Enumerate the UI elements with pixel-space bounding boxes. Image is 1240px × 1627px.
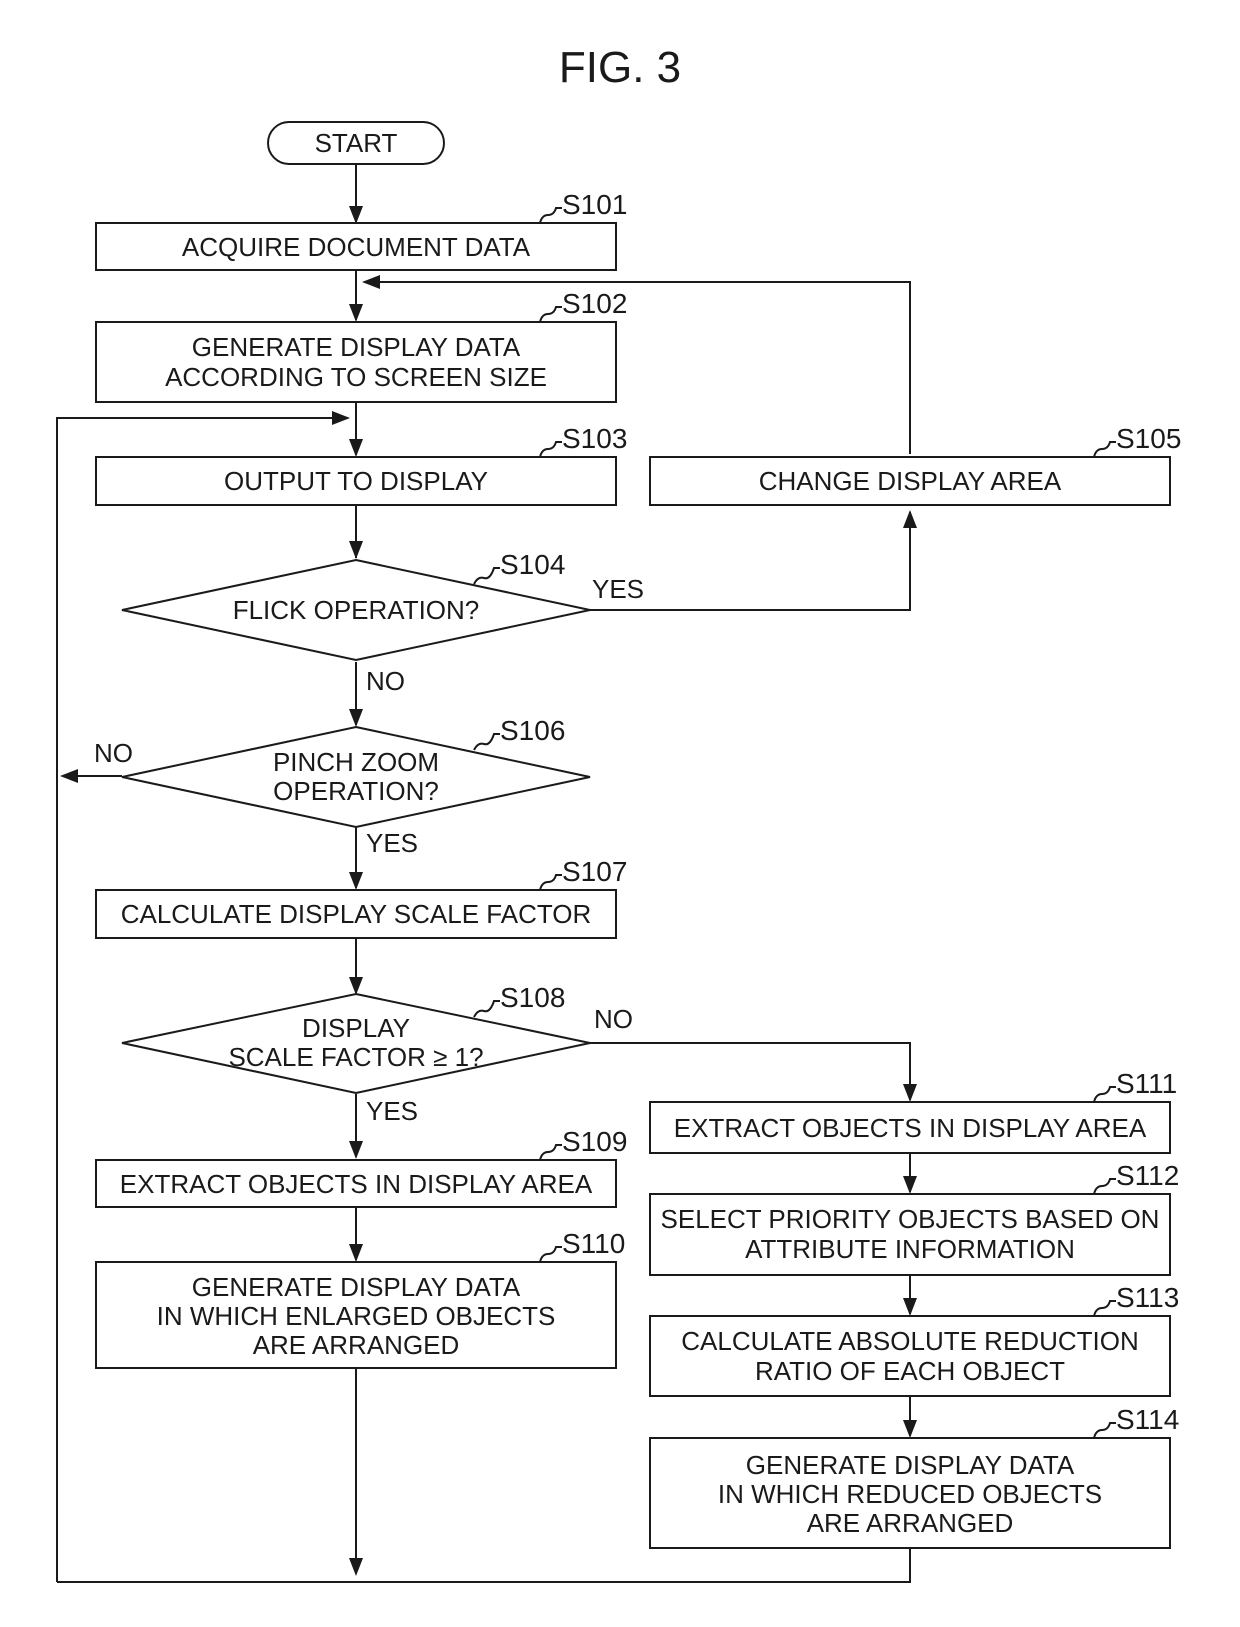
step-text: SELECT PRIORITY OBJECTS BASED ON bbox=[661, 1204, 1160, 1234]
arrowhead-right bbox=[332, 411, 350, 425]
arrowhead-down bbox=[903, 1176, 917, 1194]
step-text: GENERATE DISPLAY DATA bbox=[192, 1272, 521, 1302]
start-label: START bbox=[315, 128, 398, 158]
leader-s107 bbox=[539, 874, 562, 891]
arrowhead-down bbox=[903, 1420, 917, 1438]
arrowhead-down bbox=[349, 304, 363, 322]
step-label-s111: S111 bbox=[1116, 1068, 1177, 1099]
step-s103: OUTPUT TO DISPLAY bbox=[95, 456, 617, 506]
arrowhead-up bbox=[903, 510, 917, 528]
step-text: DISPLAY bbox=[302, 1013, 410, 1043]
step-label-s104: S104 bbox=[500, 549, 565, 580]
step-text: CALCULATE DISPLAY SCALE FACTOR bbox=[121, 899, 592, 929]
step-s112: SELECT PRIORITY OBJECTS BASED ON ATTRIBU… bbox=[649, 1193, 1171, 1276]
arrowhead-down bbox=[349, 709, 363, 727]
connector-s108-no bbox=[590, 1042, 911, 1100]
arrowhead-down bbox=[349, 1244, 363, 1262]
flowchart: FIG. 3 START ACQUIRE DOCUMENT DATA GENER… bbox=[56, 43, 1181, 1583]
step-label-s101: S101 bbox=[562, 189, 627, 220]
figure-title: FIG. 3 bbox=[559, 43, 681, 92]
step-text: ACCORDING TO SCREEN SIZE bbox=[165, 362, 547, 392]
branch-label-s108-yes: YES bbox=[366, 1096, 418, 1126]
step-s110: GENERATE DISPLAY DATA IN WHICH ENLARGED … bbox=[95, 1261, 617, 1369]
step-s107: CALCULATE DISPLAY SCALE FACTOR bbox=[95, 889, 617, 939]
step-label-s106: S106 bbox=[500, 715, 565, 746]
step-text: ARE ARRANGED bbox=[807, 1508, 1014, 1538]
leader-s101 bbox=[539, 207, 562, 224]
branch-label-s104-no: NO bbox=[366, 666, 405, 696]
step-text: CHANGE DISPLAY AREA bbox=[759, 466, 1062, 496]
arrowhead-down bbox=[349, 872, 363, 890]
step-label-s102: S102 bbox=[562, 288, 627, 319]
arrowhead-down bbox=[349, 977, 363, 995]
step-s101: ACQUIRE DOCUMENT DATA bbox=[95, 222, 617, 271]
step-s102: GENERATE DISPLAY DATA ACCORDING TO SCREE… bbox=[95, 321, 617, 403]
branch-label-s108-no: NO bbox=[594, 1004, 633, 1034]
leader-s112 bbox=[1093, 1178, 1116, 1195]
arrowhead-down bbox=[349, 206, 363, 224]
leader-s102 bbox=[539, 306, 562, 323]
step-label-s107: S107 bbox=[562, 856, 627, 887]
leader-s114 bbox=[1093, 1422, 1116, 1439]
arrowhead-down bbox=[349, 1141, 363, 1159]
step-label-s110: S110 bbox=[562, 1228, 625, 1259]
branch-label-s104-yes: YES bbox=[592, 574, 644, 604]
step-text: RATIO OF EACH OBJECT bbox=[755, 1356, 1065, 1386]
leader-s104 bbox=[473, 567, 500, 585]
step-text: GENERATE DISPLAY DATA bbox=[192, 332, 521, 362]
step-s105: CHANGE DISPLAY AREA bbox=[649, 456, 1171, 506]
step-text: EXTRACT OBJECTS IN DISPLAY AREA bbox=[120, 1169, 593, 1199]
branch-label-s106-no: NO bbox=[94, 738, 133, 768]
arrowhead-down bbox=[903, 1298, 917, 1316]
step-text: EXTRACT OBJECTS IN DISPLAY AREA bbox=[674, 1113, 1147, 1143]
step-label-s112: S112 bbox=[1116, 1160, 1179, 1191]
arrowhead-down bbox=[349, 541, 363, 559]
step-label-s109: S109 bbox=[562, 1126, 627, 1157]
step-s109: EXTRACT OBJECTS IN DISPLAY AREA bbox=[95, 1159, 617, 1208]
leader-s110 bbox=[539, 1246, 562, 1263]
arrowhead-left bbox=[60, 769, 78, 783]
step-text: CALCULATE ABSOLUTE REDUCTION bbox=[681, 1326, 1139, 1356]
step-label-s103: S103 bbox=[562, 423, 627, 454]
step-text: ARE ARRANGED bbox=[253, 1330, 460, 1360]
step-s113: CALCULATE ABSOLUTE REDUCTION RATIO OF EA… bbox=[649, 1315, 1171, 1397]
step-text: IN WHICH ENLARGED OBJECTS bbox=[157, 1301, 556, 1331]
leader-s105 bbox=[1093, 441, 1116, 458]
step-label-s105: S105 bbox=[1116, 423, 1181, 454]
step-text: OUTPUT TO DISPLAY bbox=[224, 466, 488, 496]
connector-s114-end bbox=[57, 1548, 911, 1583]
leader-s108 bbox=[473, 1000, 500, 1018]
arrowhead-down bbox=[903, 1084, 917, 1102]
leader-s113 bbox=[1093, 1300, 1116, 1317]
step-text: FLICK OPERATION? bbox=[233, 595, 480, 625]
step-text: SCALE FACTOR ≥ 1? bbox=[228, 1042, 483, 1072]
step-text: ACQUIRE DOCUMENT DATA bbox=[182, 232, 531, 262]
step-s111: EXTRACT OBJECTS IN DISPLAY AREA bbox=[649, 1101, 1171, 1154]
step-text: IN WHICH REDUCED OBJECTS bbox=[718, 1479, 1102, 1509]
step-label-s114: S114 bbox=[1116, 1404, 1179, 1435]
leader-s106 bbox=[473, 733, 500, 751]
leader-s103 bbox=[539, 441, 562, 458]
step-text: OPERATION? bbox=[273, 776, 439, 806]
arrowhead-down bbox=[349, 439, 363, 457]
step-s114: GENERATE DISPLAY DATA IN WHICH REDUCED O… bbox=[649, 1437, 1171, 1549]
branch-label-s106-yes: YES bbox=[366, 828, 418, 858]
step-text: ATTRIBUTE INFORMATION bbox=[745, 1234, 1075, 1264]
step-text: GENERATE DISPLAY DATA bbox=[746, 1450, 1075, 1480]
step-label-s108: S108 bbox=[500, 982, 565, 1013]
arrowhead-left bbox=[362, 275, 380, 289]
leader-s111 bbox=[1093, 1086, 1116, 1103]
step-text: PINCH ZOOM bbox=[273, 747, 439, 777]
leader-s109 bbox=[539, 1144, 562, 1161]
arrowhead-down bbox=[349, 1558, 363, 1576]
step-label-s113: S113 bbox=[1116, 1282, 1179, 1313]
